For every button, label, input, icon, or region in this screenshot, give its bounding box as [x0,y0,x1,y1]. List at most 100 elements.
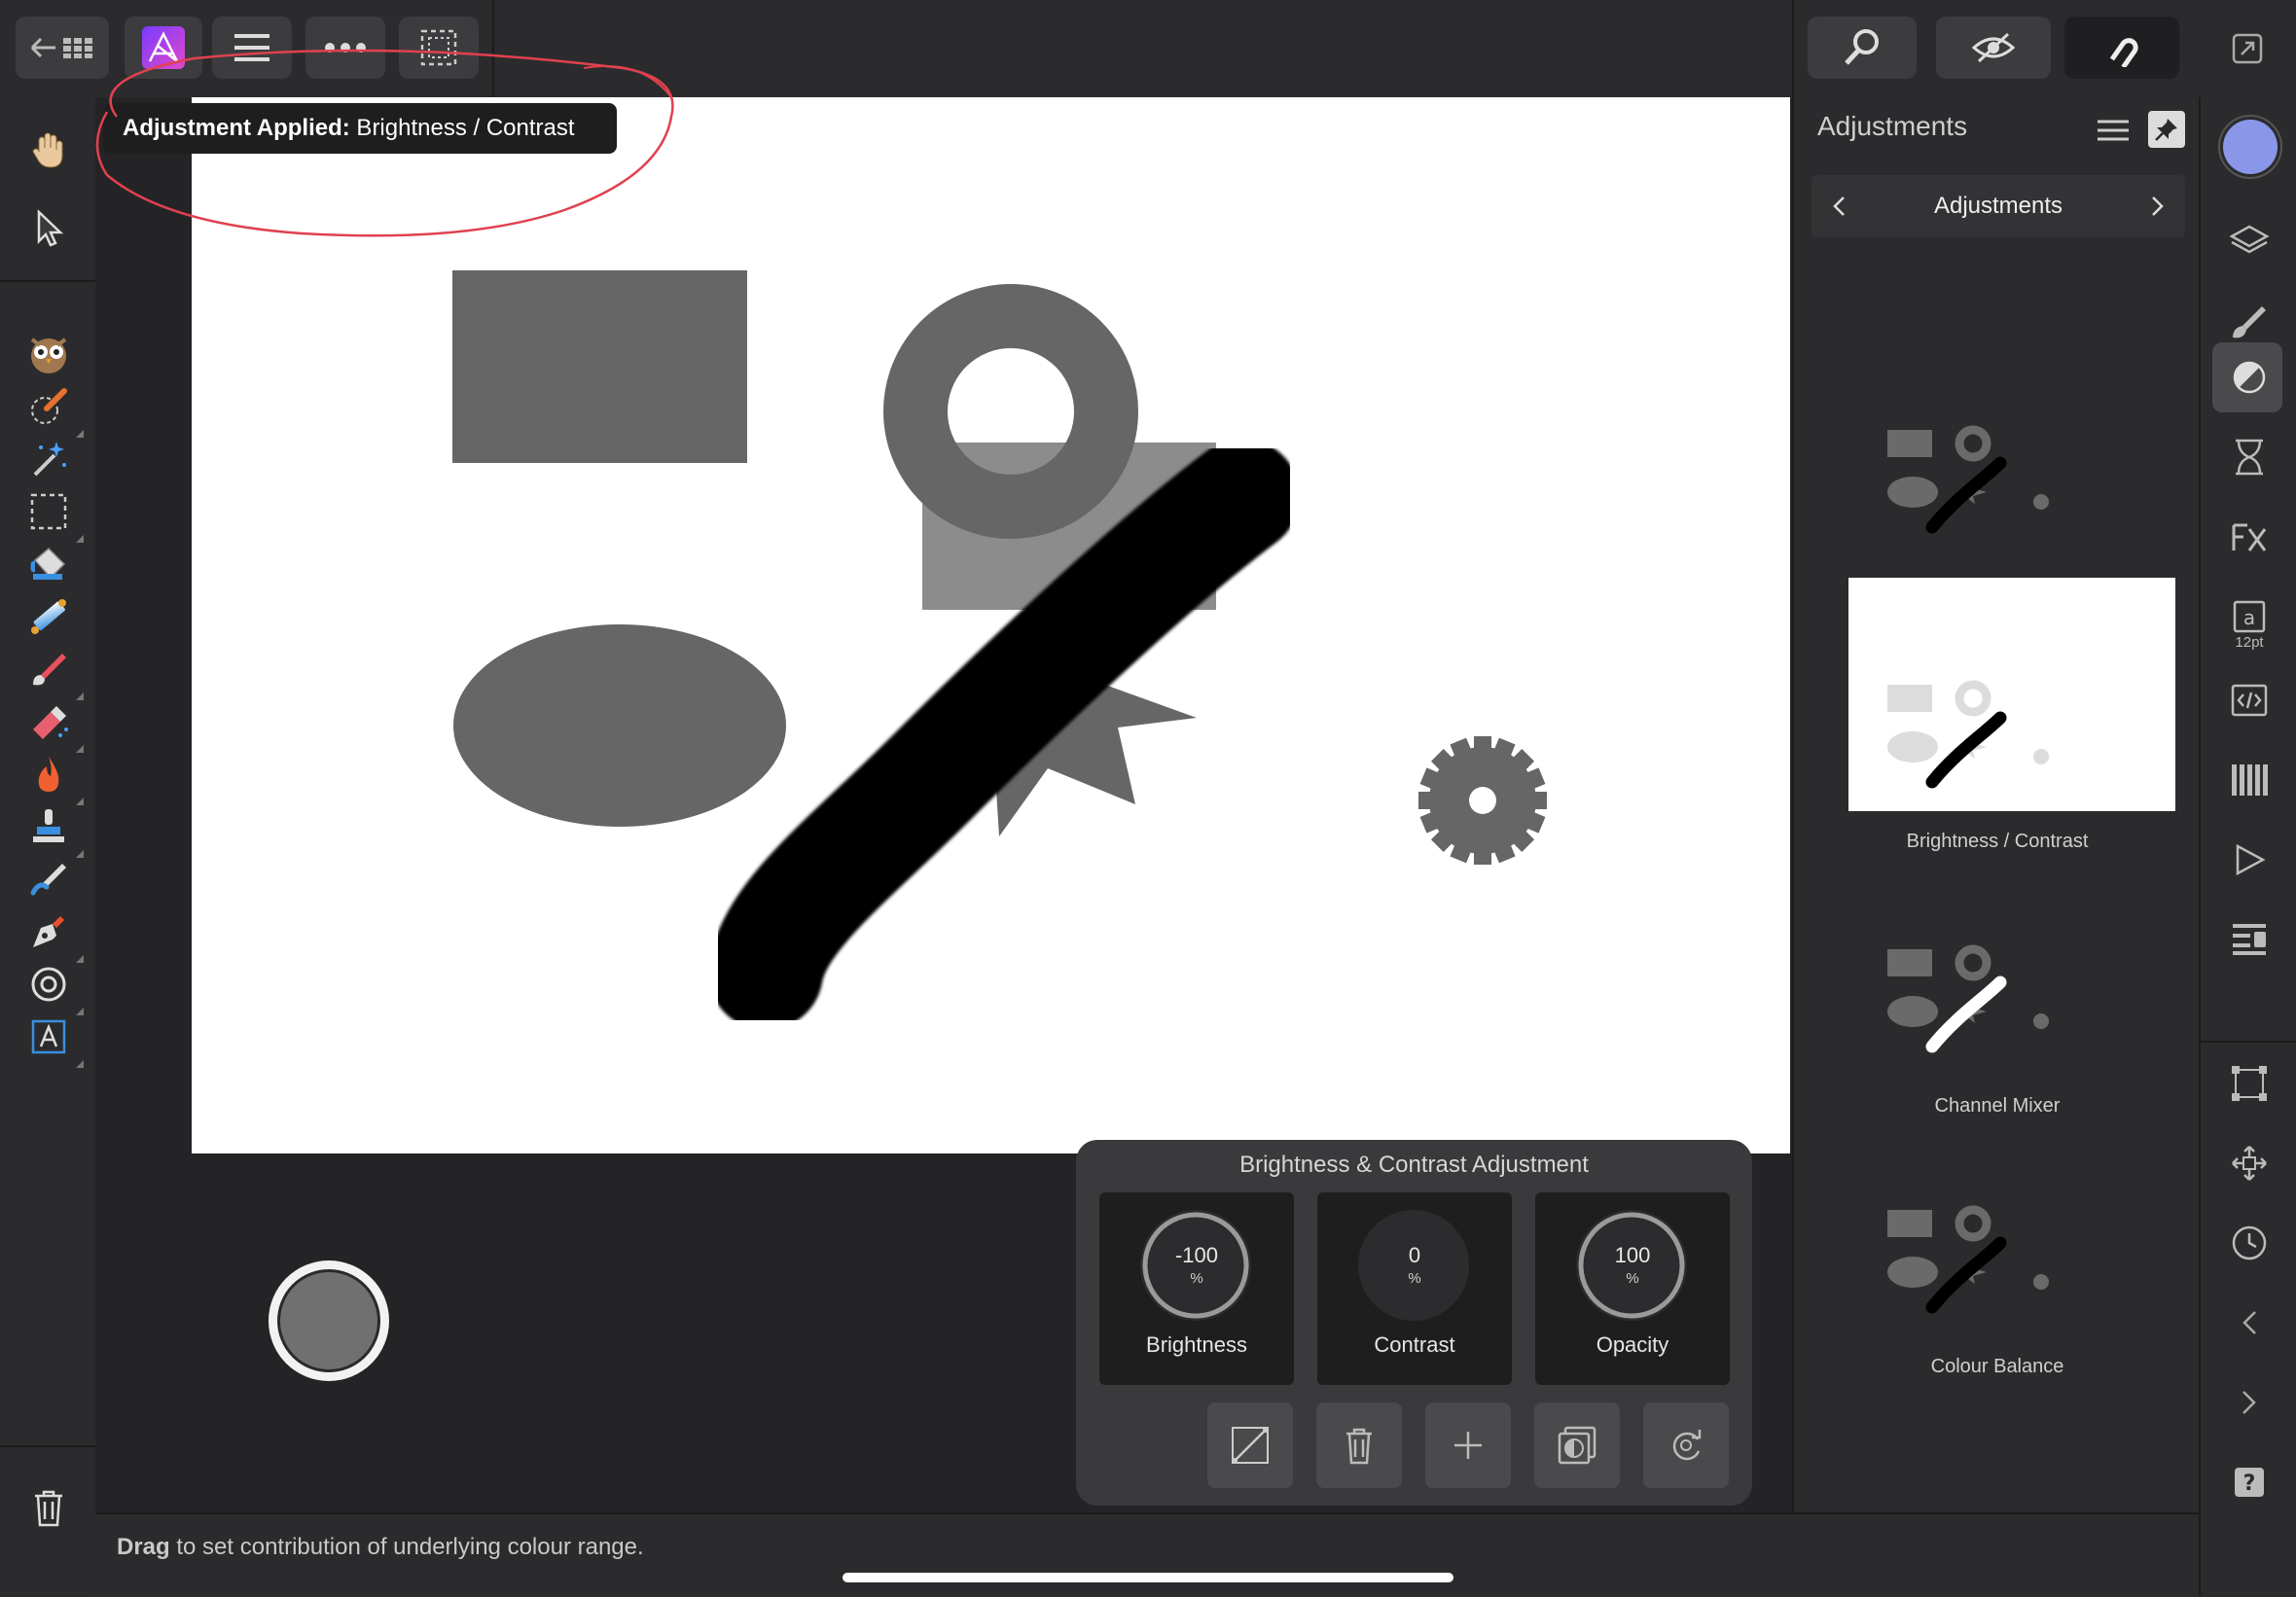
status-bold-text: Drag [117,1534,170,1560]
text-styles-studio-button[interactable]: a 12pt [2226,589,2273,659]
document-canvas[interactable] [192,97,1790,1153]
add-preset-button[interactable] [1425,1402,1511,1488]
chevron-left-icon [2242,1311,2256,1334]
view-tool[interactable] [21,123,76,177]
merge-adjustment-button[interactable] [1534,1402,1620,1488]
paint-bucket-icon [30,547,66,580]
code-icon [2231,684,2268,717]
macro-studio-button[interactable] [2226,836,2273,883]
selection-brush-icon [31,388,67,424]
clone-brush-tool[interactable] [21,799,84,858]
delete-adjustment-button[interactable] [1316,1402,1402,1488]
magic-wand-icon [33,442,66,477]
adjustment-preview-image [1887,944,2049,1053]
contrast-dial[interactable]: 0 % Contrast [1317,1192,1512,1385]
status-text: to set contribution of underlying colour… [169,1534,644,1560]
transform-studio-button[interactable] [2226,1060,2273,1107]
brightness-dial[interactable]: -100 % Brightness [1099,1192,1294,1385]
next-category-button[interactable] [2136,185,2179,228]
canvas-artwork [452,270,1547,1030]
brushes-studio-button[interactable] [2226,298,2273,344]
owl-icon [30,337,67,373]
help-icon: ? [2235,1468,2264,1497]
info-list-icon [2233,924,2266,955]
erase-brush-tool[interactable] [21,694,84,753]
snapping-button[interactable] [2064,17,2179,79]
transform-box-icon [2232,1066,2267,1101]
hand-icon [32,132,63,168]
expand-icon [2232,33,2263,64]
pointer-arrow-icon [37,209,64,247]
redo-button[interactable] [2226,1379,2273,1426]
layers-studio-button[interactable] [2226,218,2273,265]
opacity-unit: % [1626,1270,1639,1287]
adjustment-thumbnail[interactable] [1848,842,2175,1076]
merge-layers-icon [1558,1426,1596,1465]
adjustment-thumbnail[interactable] [1848,1103,2175,1336]
text-tool[interactable] [21,1010,84,1068]
help-button[interactable]: ? [2226,1459,2273,1506]
opacity-dial[interactable]: 100 % Opacity [1535,1192,1730,1385]
grey-rectangle-shape [452,270,747,463]
move-tool[interactable] [21,200,76,255]
edit-curve-button[interactable] [1207,1402,1293,1488]
zoom-tool-button[interactable] [1808,17,1917,79]
pin-panel-button[interactable] [2148,111,2185,148]
text-style-icon: a [2233,600,2266,632]
rectangular-marquee-tool[interactable] [21,484,84,543]
opacity-label: Opacity [1596,1332,1669,1357]
tools-divider [0,1445,95,1447]
home-indicator [843,1573,1453,1582]
pin-icon [2155,119,2177,141]
effects-studio-button[interactable] [2226,514,2273,560]
fx-icon [2232,523,2267,551]
reset-icon [1672,1430,1702,1461]
glyph-browser-button[interactable] [2226,677,2273,724]
inpainting-tool[interactable] [21,327,76,381]
history-button[interactable] [2226,1220,2273,1266]
panel-menu-button[interactable] [2094,113,2133,148]
magnet-icon [2109,38,2138,67]
view-mode-button[interactable] [1936,17,2051,79]
smudge-brush-tool[interactable] [21,852,76,906]
paintbrush-icon [33,654,66,686]
flood-select-tool[interactable] [21,432,76,486]
delete-button[interactable] [21,1480,76,1535]
gradient-icon [31,599,66,634]
contrast-value: 0 [1408,1243,1421,1267]
fullscreen-button[interactable] [2222,27,2273,70]
channels-studio-button[interactable] [2226,757,2273,803]
grey-ring-shape [883,284,1138,539]
adjustment-thumbnail[interactable] [1848,578,2175,811]
opacity-value: 100 [1614,1243,1651,1267]
play-icon [2236,843,2266,876]
eye-hidden-icon [1971,32,2016,63]
adjustment-thumbnail[interactable] [1848,323,2175,556]
layers-icon [2229,225,2270,254]
undo-button[interactable] [2226,1299,2273,1346]
adjustments-studio-button[interactable] [2226,354,2273,401]
navigator-studio-button[interactable] [2226,1140,2273,1187]
studio-rail: a 12pt ? [2199,97,2296,1595]
info-studio-button[interactable] [2226,916,2273,963]
hands-off-color-button[interactable] [269,1260,389,1381]
contrast-label: Contrast [1374,1332,1455,1357]
selection-brush-tool[interactable] [21,379,84,438]
history-studio-button[interactable] [2226,434,2273,480]
pen-tool[interactable] [21,905,84,963]
brush-icon [2233,306,2266,338]
gradient-tool[interactable] [21,589,76,644]
svg-text:?: ? [2243,1472,2256,1496]
shape-tool[interactable] [21,957,84,1015]
colour-studio-button[interactable] [2218,115,2282,179]
chevron-right-icon [2152,196,2164,216]
brightness-label: Brightness [1146,1332,1247,1357]
channels-icon [2232,764,2268,796]
rectangle-marquee-icon [30,493,67,530]
burn-brush-tool[interactable] [21,747,84,805]
reset-adjustment-button[interactable] [1643,1402,1729,1488]
paint-brush-tool[interactable] [21,642,84,700]
hourglass-icon [2236,439,2263,476]
category-navigator: Adjustments [1812,175,2185,237]
flood-fill-tool[interactable] [21,537,76,591]
